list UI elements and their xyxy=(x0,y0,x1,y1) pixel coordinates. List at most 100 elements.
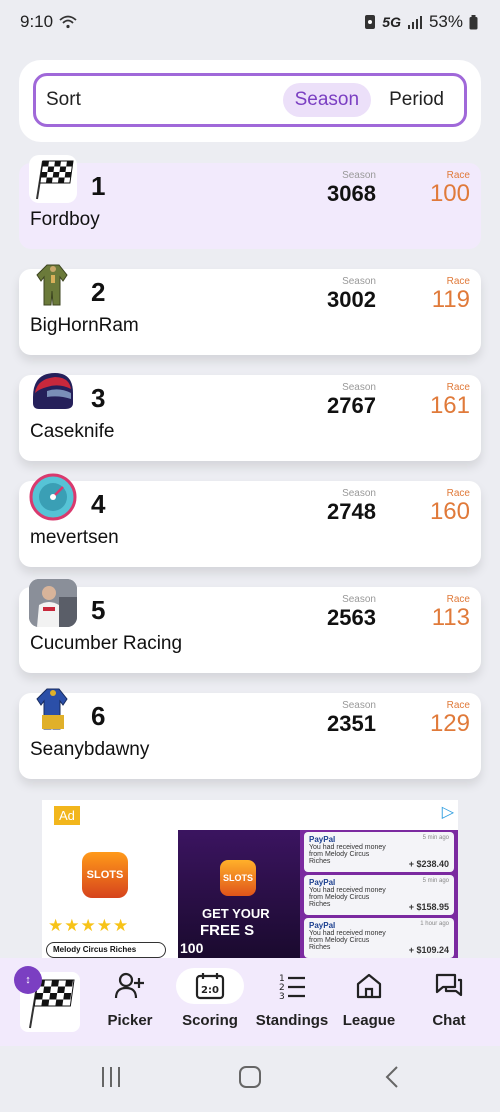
season-label: Season xyxy=(342,700,376,711)
ad-panel-left: SLOTS ★★★★★ Melody Circus Riches xyxy=(42,830,178,958)
nav-label: Picker xyxy=(107,1012,153,1029)
nav-label: League xyxy=(342,1012,396,1029)
recent-apps-icon[interactable] xyxy=(98,1064,124,1090)
rank-number: 4 xyxy=(91,489,106,519)
tachometer-avatar xyxy=(29,473,77,521)
race-points: 113 xyxy=(431,604,470,631)
slots-game-icon: SLOTS xyxy=(82,852,128,898)
ad-search-bar: Melody Circus Riches xyxy=(46,942,166,958)
firesuit-avatar xyxy=(29,685,77,733)
season-label: Season xyxy=(342,594,376,605)
notification-text: You had received money from Melody Circu… xyxy=(309,844,386,865)
player-name: Caseknife xyxy=(30,421,115,442)
leaderboard-card[interactable]: 4 mevertsen Season 2748 Race 160 xyxy=(19,473,481,567)
checkered-flag-avatar xyxy=(29,155,77,203)
nav-label: Standings xyxy=(255,1012,329,1029)
payment-notification: PayPal 1 hour ago You had received money… xyxy=(304,918,454,958)
season-label: Season xyxy=(342,276,376,287)
svg-text:3: 3 xyxy=(279,992,285,1001)
chat-icon xyxy=(415,968,483,1004)
season-points: 2767 xyxy=(327,393,376,418)
home-button-icon[interactable] xyxy=(237,1064,263,1090)
system-nav-bar xyxy=(0,1046,500,1112)
player-name: mevertsen xyxy=(30,527,119,548)
leaderboard-card[interactable]: 5 Cucumber Racing Season 2563 Race 113 xyxy=(19,579,481,673)
sort-options: Season Period xyxy=(282,83,456,117)
notification-amount: + $238.40 xyxy=(408,859,449,869)
nav-league[interactable]: League xyxy=(327,968,411,1038)
signal-icon xyxy=(407,16,422,29)
list-numbered-icon: 123 xyxy=(258,968,326,1004)
svg-text:2:0: 2:0 xyxy=(201,985,219,996)
sort-label: Sort xyxy=(46,89,81,110)
nav-standings[interactable]: 123 Standings xyxy=(250,968,334,1038)
nav-picker[interactable]: Picker xyxy=(88,968,172,1038)
ad-panel-middle: SLOTS GET YOUR FREE S 100 xyxy=(178,830,300,958)
nav-scoring[interactable]: 2:0 Scoring xyxy=(168,968,252,1038)
firesuit-avatar xyxy=(29,261,77,309)
leaderboard-card[interactable]: 1 Fordboy Season 3068 Race 100 xyxy=(19,155,481,249)
season-points: 2563 xyxy=(327,605,376,630)
notification-text: You had received money from Melody Circu… xyxy=(309,887,386,908)
nav-label: Scoring xyxy=(182,1012,238,1029)
sort-option-period[interactable]: Period xyxy=(377,83,456,117)
ad-headline: 100 xyxy=(180,940,204,956)
ad-choices-icon[interactable]: ▷ xyxy=(442,802,454,822)
ad-headline: FREE S xyxy=(200,922,255,939)
rank-number: 5 xyxy=(91,595,106,625)
notification-text: You had received money from Melody Circu… xyxy=(309,930,386,951)
race-points: 161 xyxy=(429,392,470,419)
payment-notification: PayPal 5 min ago You had received money … xyxy=(304,875,454,915)
slots-game-icon: SLOTS xyxy=(220,860,256,896)
team-switch-icon[interactable]: ↕ xyxy=(14,966,42,994)
ad-game-name: Melody Circus Riches xyxy=(53,945,137,954)
season-label: Season xyxy=(342,488,376,499)
season-points: 2748 xyxy=(327,499,376,524)
sort-selector: Sort Season Period xyxy=(33,73,467,127)
season-label: Season xyxy=(342,382,376,393)
season-points: 2351 xyxy=(327,711,376,736)
ad-badge: Ad xyxy=(54,806,80,825)
season-points: 3068 xyxy=(327,181,376,206)
player-name: Seanybdawny xyxy=(30,739,150,760)
driver-photo-avatar xyxy=(29,579,77,627)
notification-time: 5 min ago xyxy=(422,878,449,884)
wifi-icon xyxy=(59,15,77,29)
helmet-avatar xyxy=(29,367,77,415)
notification-time: 1 hour ago xyxy=(420,921,449,927)
ad-banner[interactable]: Ad ▷ SLOTS ★★★★★ Melody Circus Riches SL… xyxy=(42,800,458,958)
rank-number: 2 xyxy=(91,277,106,307)
race-points: 160 xyxy=(429,498,470,525)
race-points: 100 xyxy=(429,180,470,207)
player-name: BigHornRam xyxy=(30,315,139,336)
status-time: 9:10 xyxy=(20,12,54,31)
sim-icon xyxy=(365,15,376,29)
nav-label: Chat xyxy=(432,1012,466,1029)
rating-stars: ★★★★★ xyxy=(48,916,130,935)
race-points: 119 xyxy=(431,286,470,313)
season-label: Season xyxy=(342,170,376,181)
leaderboard-card[interactable]: 6 Seanybdawny Season 2351 Race 129 xyxy=(19,688,481,779)
payment-notification: PayPal 5 min ago You had received money … xyxy=(304,832,454,872)
rank-number: 6 xyxy=(91,701,106,731)
player-name: Fordboy xyxy=(30,209,100,230)
leaderboard-card[interactable]: 2 BigHornRam Season 3002 Race 119 xyxy=(19,264,481,355)
season-points: 3002 xyxy=(327,287,376,312)
network-label: 5G xyxy=(382,14,401,30)
notification-amount: + $158.95 xyxy=(408,902,449,912)
back-icon[interactable] xyxy=(380,1064,406,1090)
leaderboard-card[interactable]: 3 Caseknife Season 2767 Race 161 xyxy=(19,373,481,461)
player-name: Cucumber Racing xyxy=(30,633,183,654)
bottom-nav: ↕ Picker 2:0 Scoring 123 Standings Leagu… xyxy=(0,958,500,1046)
add-user-icon xyxy=(96,968,164,1004)
home-icon xyxy=(335,968,403,1004)
status-bar: 9:10 5G 53% xyxy=(0,0,500,44)
scoreboard-icon: 2:0 xyxy=(176,968,244,1004)
rank-number: 3 xyxy=(91,383,106,413)
sort-option-season[interactable]: Season xyxy=(282,83,372,117)
battery-icon xyxy=(469,14,478,29)
sort-card: Sort Season Period xyxy=(19,60,481,142)
notification-amount: + $109.24 xyxy=(408,945,449,955)
nav-chat[interactable]: Chat xyxy=(407,968,491,1038)
ad-headline: GET YOUR xyxy=(202,906,270,921)
